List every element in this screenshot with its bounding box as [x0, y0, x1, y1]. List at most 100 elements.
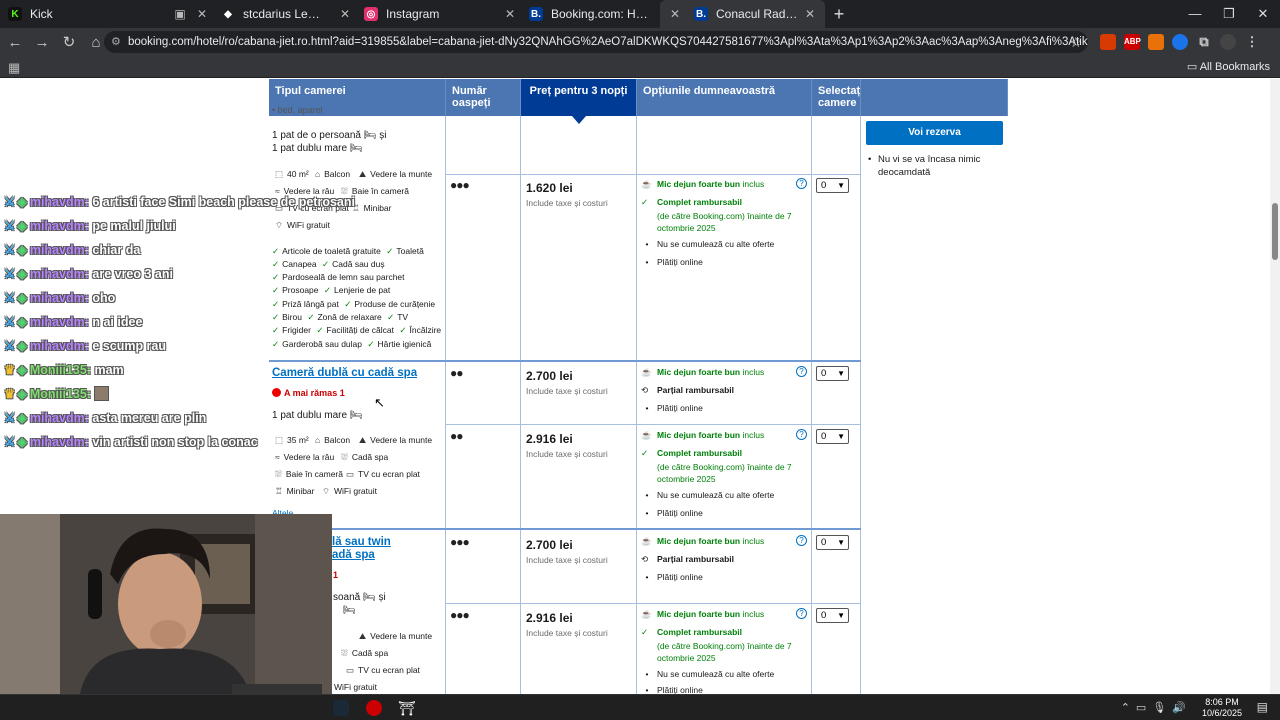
clock[interactable]: 8:06 PM 10/6/2025 [1202, 697, 1242, 719]
sword-badge-icon: ⚔ [4, 267, 16, 281]
room-name-link[interactable]: Cameră dublă cu cadă spa [272, 367, 417, 379]
bed-label: 1 pat dublu mare [272, 410, 348, 421]
help-icon[interactable]: ? [796, 429, 807, 440]
maximize-button[interactable]: ❐ [1212, 0, 1246, 28]
breakfast-option: ☕ Mic dejun foarte bun inclus [641, 179, 764, 190]
breakfast-label: Mic dejun foarte bun [657, 179, 741, 189]
no-combine-option: • Nu se cumulează cu alte oferte [641, 490, 775, 500]
tab-booking-hotel[interactable]: ✕ B. Conacul Radacinilor, Petroșani ✕ [660, 0, 825, 28]
room-quantity-select[interactable]: 0 ▼ [816, 366, 849, 381]
close-icon[interactable]: ✕ [338, 7, 352, 21]
header-blank [861, 79, 1008, 116]
tab-title: stcdarius LeaderBoard | The be [243, 7, 322, 21]
guests-icon: ●●● [450, 608, 470, 622]
header-price[interactable]: Preț pentru 3 nopți [521, 79, 637, 124]
office-icon[interactable] [1100, 34, 1116, 50]
facility-label: Minibar [286, 486, 315, 496]
chat-message: ⚔ ◈ mihavdm: oho [4, 290, 115, 305]
address-bar: ← → ↻ ⌂ ⚙ booking.com/hotel/ro/cabana-ji… [0, 28, 1280, 56]
chat-text: mam [94, 363, 124, 377]
menu-icon[interactable]: ⋮ [1244, 34, 1260, 50]
refund-label: Complet rambursabil [657, 448, 743, 458]
close-icon[interactable]: ✕ [668, 7, 682, 21]
close-icon[interactable]: ✕ [803, 7, 817, 21]
recording-app-icon[interactable] [366, 700, 382, 716]
tab-leaderboard[interactable]: ▣ ✕ ◆ stcdarius LeaderBoard | The be [165, 0, 330, 28]
breakfast-option: ☕ Mic dejun foarte bun inclus [641, 609, 764, 620]
extension-orange-icon[interactable] [1148, 34, 1164, 50]
room-name-link[interactable]: adă spa [332, 549, 375, 561]
facility-mountain-view: ⛰ Vedere la munte [359, 435, 432, 446]
help-icon[interactable]: ? [796, 366, 807, 377]
help-icon[interactable]: ? [796, 535, 807, 546]
coffee-icon: ☕ [641, 609, 652, 619]
tab-booking-search[interactable]: ✕ B. Booking.com: Hoteluri în Petroș [495, 0, 660, 28]
double-bed-icon: 🛏 [349, 143, 363, 154]
chat-username: mihavdm [29, 315, 85, 329]
check-icon: ✓ [272, 285, 280, 295]
sub-badge-icon: ◈ [17, 363, 27, 377]
extension-blue-icon[interactable] [1172, 34, 1188, 50]
room-quantity-select[interactable]: 0 ▼ [816, 178, 849, 193]
steam-icon[interactable] [333, 700, 349, 716]
scrollbar[interactable] [1270, 79, 1280, 694]
adblock-icon[interactable]: ABP [1124, 34, 1141, 50]
sword-badge-icon: ⚔ [4, 195, 16, 209]
room-name-link[interactable]: lă sau twin [332, 536, 391, 548]
media-icon[interactable]: ▣ [173, 7, 187, 21]
tab-kick[interactable]: K Kick [0, 0, 165, 28]
single-bed-icon: 🛏 [363, 592, 376, 603]
coffee-icon: ☕ [641, 367, 652, 377]
chat-message: ⚔ ◈ mihavdm: 6 artisti face Simi beach ple… [4, 194, 355, 209]
breakfast-label: Mic dejun foarte bun [657, 609, 741, 619]
minimize-button[interactable]: — [1178, 0, 1212, 28]
help-icon[interactable]: ? [796, 608, 807, 619]
apps-grid-icon[interactable]: ▦ [8, 60, 20, 76]
amenity-label: Hârtie igienică [377, 339, 432, 349]
balcony-icon: ⌂ [315, 169, 321, 179]
webcam-feed [0, 514, 332, 694]
tab-instagram[interactable]: ✕ ◎ Instagram [330, 0, 495, 28]
breakfast-suffix: inclus [742, 179, 765, 189]
all-bookmarks[interactable]: ▭ All Bookmarks [1187, 60, 1270, 73]
scrollbar-thumb[interactable] [1272, 203, 1278, 260]
close-window-button[interactable]: ✕ [1246, 0, 1280, 28]
refund-option: ⟲ Parțial rambursabil [641, 385, 734, 396]
page-content: Tipul camerei Număr oaspeți Preț pentru … [0, 79, 1280, 694]
forward-icon[interactable]: → [30, 34, 54, 51]
room-quantity-select[interactable]: 0 ▼ [816, 535, 849, 550]
mountain-icon: ⛰ [359, 435, 367, 445]
refund-label: Parțial rambursabil [657, 554, 735, 564]
room-quantity-select[interactable]: 0 ▼ [816, 608, 849, 623]
close-icon[interactable]: ✕ [503, 7, 517, 21]
pay-online-label: Plătiți online [657, 257, 703, 267]
notification-icon[interactable]: ▤ [1257, 700, 1268, 714]
profile-avatar[interactable] [1220, 34, 1236, 50]
new-tab-button[interactable]: + [825, 0, 853, 28]
breakfast-option: ☕ Mic dejun foarte bun inclus [641, 536, 764, 547]
close-icon[interactable]: ✕ [195, 7, 209, 21]
help-icon[interactable]: ? [796, 178, 807, 189]
facility-spa-bath: ⛆ Cadă spa [341, 452, 388, 463]
check-icon: ✓ [272, 259, 280, 269]
site-info-icon[interactable]: ⚙ [111, 31, 121, 53]
bookmark-star-icon[interactable]: ☆ [1069, 31, 1082, 53]
leaderboard-icon: ◆ [224, 8, 232, 20]
room-quantity-select[interactable]: 0 ▼ [816, 429, 849, 444]
check-icon: ✓ [272, 299, 280, 309]
amenity-label: Birou [282, 312, 302, 322]
reserve-button[interactable]: Voi rezerva [866, 121, 1003, 145]
puzzle-icon[interactable]: ⧉ [1196, 34, 1212, 50]
bullet: • [645, 508, 649, 518]
taskbar: ⛩ ⌃▭🎙🔊 8:06 PM 10/6/2025 ▤ [0, 694, 1280, 720]
system-tray[interactable]: ⌃▭🎙🔊 [1121, 701, 1192, 714]
back-icon[interactable]: ← [3, 34, 27, 51]
url-input[interactable]: ⚙ booking.com/hotel/ro/cabana-jiet.ro.ht… [104, 31, 1088, 53]
tv-icon: ▭ [346, 469, 355, 479]
double-bed-icon: 🛏 [343, 605, 356, 616]
room-divider [269, 528, 861, 530]
reload-icon[interactable]: ↻ [57, 33, 81, 51]
single-bed-icon: 🛏 [363, 130, 377, 141]
app-icon[interactable]: ⛩ [398, 700, 416, 716]
instagram-icon: ◎ [364, 7, 378, 21]
